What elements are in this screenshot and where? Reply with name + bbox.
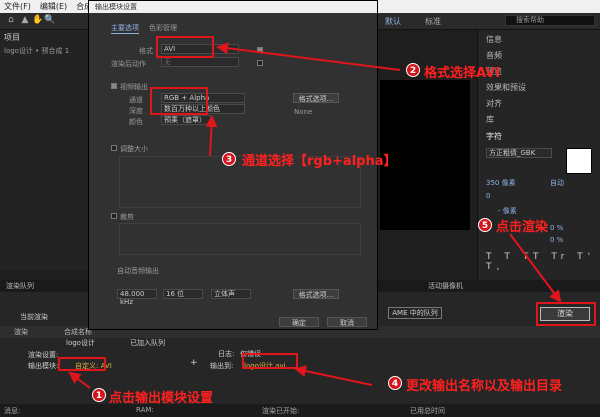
step-2-text: 格式选择AVI: [424, 66, 501, 81]
step-4-badge: 4: [388, 376, 402, 390]
step-1-text: 点击输出模块设置: [109, 391, 214, 406]
step-4-text: 更改输出名称以及输出目录: [406, 379, 563, 394]
step-3-badge: 3: [222, 152, 236, 166]
step-5-text: 点击渲染: [496, 220, 549, 235]
step-2-badge: 2: [406, 63, 420, 77]
step-5-badge: 5: [478, 218, 492, 232]
annotation-arrows: [68, 42, 562, 389]
step-1-badge: 1: [92, 388, 106, 402]
step-3-text: 通道选择【rgb+alpha】: [242, 154, 397, 169]
